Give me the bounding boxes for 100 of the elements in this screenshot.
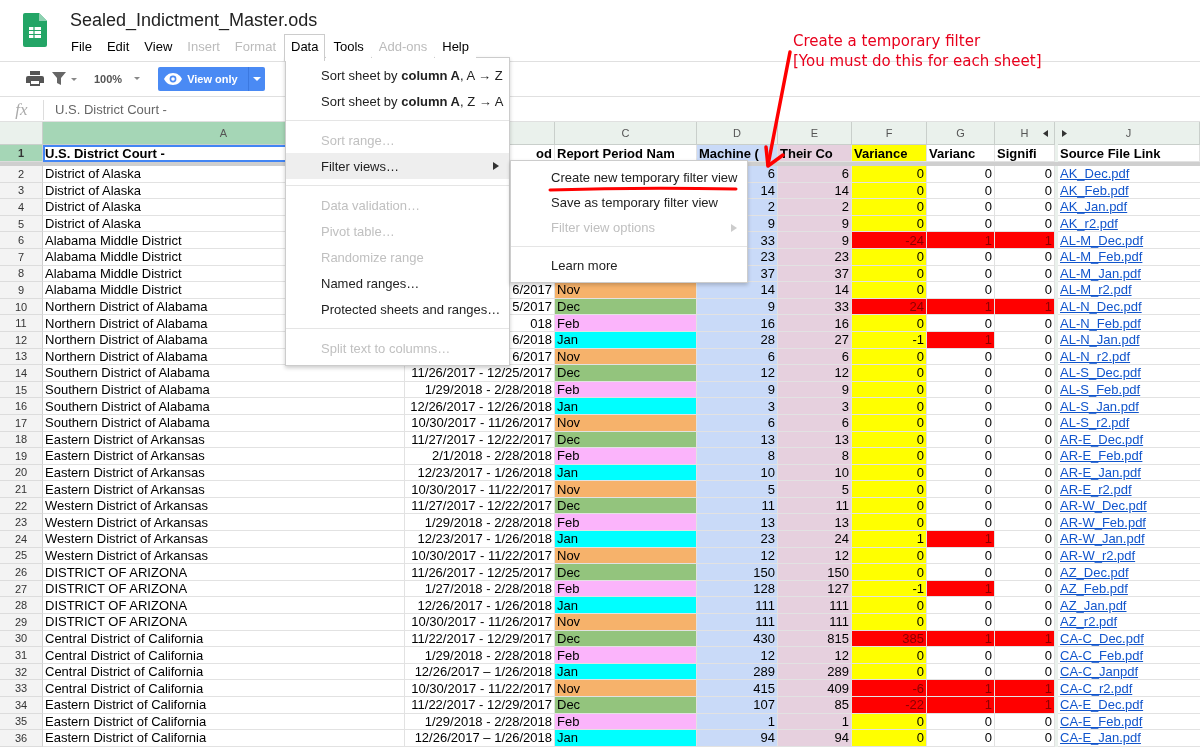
- table-cell: 12: [778, 647, 852, 664]
- file-link[interactable]: CA-C_Janpdf: [1058, 664, 1139, 680]
- row-number[interactable]: 6: [0, 232, 43, 249]
- row-number[interactable]: 2: [0, 166, 43, 183]
- menu-option[interactable]: Sort sheet by column A, A → Z: [286, 62, 509, 88]
- expand-left-icon[interactable]: [1043, 129, 1048, 137]
- table-cell: Nov: [555, 481, 697, 498]
- row-number[interactable]: 31: [0, 647, 43, 664]
- row-number[interactable]: 29: [0, 614, 43, 631]
- file-link[interactable]: CA-E_Feb.pdf: [1058, 713, 1143, 729]
- file-link[interactable]: AL-N_Dec.pdf: [1058, 299, 1142, 315]
- table-cell: Feb: [555, 647, 697, 664]
- file-link[interactable]: AR-W_r2.pdf: [1058, 547, 1136, 563]
- file-link[interactable]: AL-M_Jan.pdf: [1058, 265, 1141, 281]
- table-cell: 23: [697, 531, 778, 548]
- row-number[interactable]: 34: [0, 697, 43, 714]
- file-link[interactable]: AZ_r2.pdf: [1058, 614, 1118, 630]
- file-link[interactable]: AR-E_Jan.pdf: [1058, 465, 1141, 480]
- file-link[interactable]: AR-E_Feb.pdf: [1058, 448, 1143, 464]
- file-link[interactable]: AL-S_Feb.pdf: [1058, 382, 1141, 397]
- formula-field[interactable]: U.S. District Court -: [44, 102, 167, 117]
- table-cell: 0: [927, 614, 995, 631]
- column-header[interactable]: C: [555, 122, 697, 145]
- row-number[interactable]: 19: [0, 448, 43, 465]
- file-link[interactable]: AL-N_Jan.pdf: [1058, 332, 1140, 348]
- table-cell: DISTRICT OF ARIZONA: [43, 597, 405, 615]
- row-number[interactable]: 11: [0, 315, 43, 332]
- menu-item[interactable]: Data: [284, 34, 326, 61]
- file-link[interactable]: AR-E_Dec.pdf: [1058, 431, 1144, 447]
- row-number[interactable]: 4: [0, 199, 43, 216]
- file-link[interactable]: AL-N_r2.pdf: [1058, 348, 1131, 364]
- column-header[interactable]: F: [852, 122, 927, 145]
- menu-option[interactable]: Filter views…: [286, 153, 509, 179]
- file-link[interactable]: AR-E_r2.pdf: [1058, 481, 1132, 497]
- file-link[interactable]: AL-M_Dec.pdf: [1058, 232, 1144, 248]
- column-header[interactable]: G: [927, 122, 995, 145]
- table-cell: 11/26/2017 - 12/25/2017: [405, 365, 555, 382]
- file-link[interactable]: CA-E_Dec.pdf: [1058, 697, 1144, 713]
- table-cell: 111: [778, 597, 852, 615]
- file-link[interactable]: AL-S_Jan.pdf: [1058, 398, 1139, 414]
- column-header[interactable]: E: [778, 122, 852, 145]
- table-cell: 0: [927, 199, 995, 216]
- table-cell: 1: [927, 232, 995, 249]
- row-number[interactable]: 14: [0, 365, 43, 382]
- row-number[interactable]: 33: [0, 680, 43, 697]
- file-link[interactable]: AL-M_Feb.pdf: [1058, 249, 1143, 265]
- file-link[interactable]: AL-M_r2.pdf: [1058, 282, 1132, 298]
- file-link[interactable]: AK_Dec.pdf: [1058, 166, 1130, 182]
- menu-option[interactable]: Sort sheet by column A, Z → A: [286, 88, 509, 114]
- zoom-select[interactable]: 100%: [94, 73, 123, 85]
- file-link[interactable]: AL-S_Dec.pdf: [1058, 365, 1141, 381]
- table-cell: 9: [778, 232, 852, 249]
- file-link[interactable]: CA-C_Feb.pdf: [1058, 647, 1144, 663]
- filter-icon[interactable]: [52, 72, 78, 86]
- row-number[interactable]: 23: [0, 514, 43, 532]
- column-header[interactable]: D: [697, 122, 778, 145]
- formula-label: fx: [0, 99, 44, 120]
- table-cell: 16: [697, 315, 778, 332]
- table-cell: Western District of Arkansas: [43, 514, 405, 532]
- table-cell: 1/29/2018 - 2/28/2018: [405, 647, 555, 664]
- table-cell: 0: [852, 647, 927, 664]
- file-link[interactable]: AR-W_Feb.pdf: [1058, 514, 1146, 530]
- table-cell: 0: [852, 564, 927, 581]
- file-link[interactable]: AK_Feb.pdf: [1058, 182, 1129, 198]
- file-link[interactable]: CA-E_Jan.pdf: [1058, 730, 1141, 746]
- row-number[interactable]: 28: [0, 597, 43, 615]
- file-link[interactable]: AZ_Dec.pdf: [1058, 564, 1129, 580]
- table-cell: 0: [995, 647, 1055, 664]
- row-number[interactable]: 24: [0, 531, 43, 548]
- table-cell: 0: [852, 448, 927, 465]
- table-cell: Jan: [555, 531, 697, 548]
- row-number[interactable]: 16: [0, 398, 43, 415]
- table-cell: 150: [697, 564, 778, 581]
- table-cell: 85: [778, 697, 852, 714]
- file-link[interactable]: AR-W_Dec.pdf: [1058, 498, 1147, 514]
- table-cell: Jan: [555, 597, 697, 615]
- table-cell: 0: [927, 166, 995, 183]
- row-number[interactable]: 26: [0, 564, 43, 581]
- row-number[interactable]: 21: [0, 481, 43, 498]
- table-cell: 0: [852, 282, 927, 299]
- file-link[interactable]: CA-C_Dec.pdf: [1058, 630, 1144, 646]
- table-cell: Dec: [555, 564, 697, 581]
- header-cell: Signifi: [995, 145, 1055, 162]
- expand-right-icon[interactable]: [1062, 129, 1067, 137]
- file-link[interactable]: AL-S_r2.pdf: [1058, 415, 1130, 431]
- column-header[interactable]: H: [995, 122, 1055, 145]
- file-link[interactable]: AK_Jan.pdf: [1058, 199, 1128, 215]
- column-header[interactable]: J: [1058, 122, 1200, 145]
- file-link[interactable]: AL-N_Feb.pdf: [1058, 315, 1141, 331]
- file-link[interactable]: AR-W_Jan.pdf: [1058, 531, 1145, 547]
- table-cell: 12: [697, 365, 778, 382]
- file-link[interactable]: AK_r2.pdf: [1058, 216, 1118, 232]
- row-number[interactable]: 1: [0, 145, 43, 162]
- file-link[interactable]: AZ_Feb.pdf: [1058, 581, 1128, 597]
- file-link[interactable]: AZ_Jan.pdf: [1058, 597, 1127, 613]
- file-link[interactable]: CA-C_r2.pdf: [1058, 680, 1133, 696]
- table-cell: Feb: [555, 315, 697, 332]
- print-icon[interactable]: [26, 71, 44, 87]
- row-number[interactable]: 36: [0, 730, 43, 747]
- row-number[interactable]: 9: [0, 282, 43, 299]
